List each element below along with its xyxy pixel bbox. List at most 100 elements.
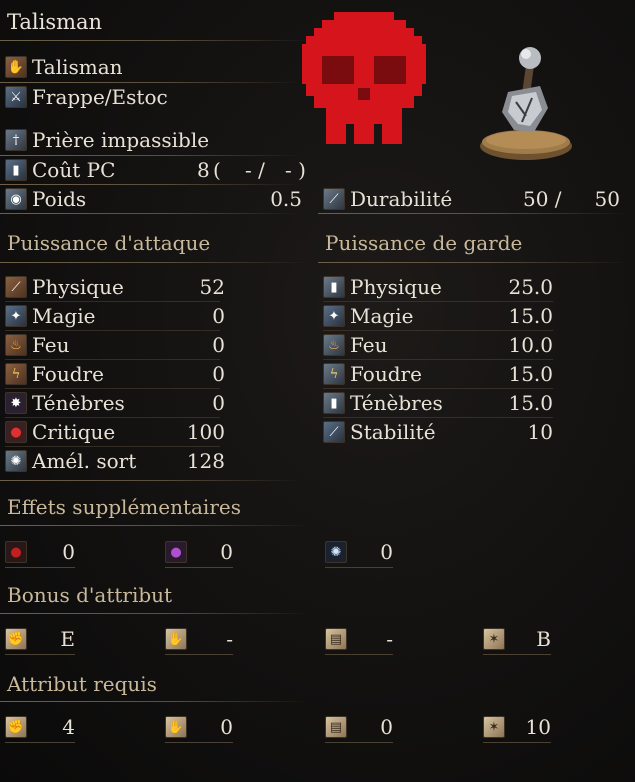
divider <box>0 613 310 614</box>
skull-status-icon <box>302 12 426 144</box>
fp-cost-open: ( <box>213 158 221 182</box>
effect-value: 0 <box>380 540 393 564</box>
divider <box>0 701 310 702</box>
durability-row: ⟋ Durabilité 50 / 50 <box>323 185 620 213</box>
guard-row-physical: ▮ Physique 25.0 <box>323 273 553 301</box>
durability-max: 50 <box>594 187 620 211</box>
strength-icon: ✊ <box>5 716 27 738</box>
divider <box>483 742 551 743</box>
stat-value: 25.0 <box>508 275 553 299</box>
requirement-slot-dexterity: ✋ 0 <box>165 713 233 741</box>
requirement-slot-faith: ✶ 10 <box>483 713 551 741</box>
faith-icon: ✶ <box>483 628 505 650</box>
category-icon: ✋ <box>5 56 27 78</box>
attack-type-row: ⚔ Frappe/Estoc <box>5 83 168 111</box>
divider <box>165 654 233 655</box>
item-type-label: Talisman <box>32 55 123 79</box>
attack-power-header: Puissance d'attaque <box>7 231 211 255</box>
durability-label: Durabilité <box>350 187 453 211</box>
fp-cost-icon: ▮ <box>5 159 27 181</box>
stat-label: Magie <box>350 304 414 328</box>
divider <box>0 525 310 526</box>
stat-label: Feu <box>32 333 70 357</box>
attack-row-physical: ⟋ Physique 52 <box>5 273 225 301</box>
stat-value: 0 <box>212 333 225 357</box>
guard-dark-icon: ▮ <box>323 392 345 414</box>
guard-physical-icon: ▮ <box>323 276 345 298</box>
stat-label: Ténèbres <box>350 391 443 415</box>
intelligence-icon: ▤ <box>325 628 347 650</box>
attribute-bonus-header: Bonus d'attribut <box>7 583 173 607</box>
attack-type-icon: ⚔ <box>5 86 27 108</box>
effect-value: 0 <box>220 540 233 564</box>
durability-current: 50 / <box>523 187 562 211</box>
dark-icon: ✸ <box>5 392 27 414</box>
divider <box>165 742 233 743</box>
stat-label: Magie <box>32 304 96 328</box>
guard-row-lightning: ϟ Foudre 15.0 <box>323 360 553 388</box>
critical-icon: ● <box>5 421 27 443</box>
attribute-requirements-header: Attribut requis <box>7 672 157 696</box>
scaling-slot-strength: ✊ E <box>5 625 75 653</box>
spell-buff-icon: ✺ <box>5 450 27 472</box>
fire-icon: ♨ <box>5 334 27 356</box>
skill-row: † Prière impassible <box>5 126 209 154</box>
dexterity-icon: ✋ <box>165 628 187 650</box>
scaling-value: - <box>226 627 233 651</box>
stat-label: Foudre <box>350 362 422 386</box>
stat-label: Physique <box>32 275 124 299</box>
divider <box>0 213 300 214</box>
stat-value: 15.0 <box>508 304 553 328</box>
guard-lightning-icon: ϟ <box>323 363 345 385</box>
stat-label: Critique <box>32 420 116 444</box>
weight-row: ◉ Poids 0.5 <box>5 185 302 213</box>
guard-row-fire: ♨ Feu 10.0 <box>323 331 553 359</box>
stat-label: Amél. sort <box>32 449 137 473</box>
guard-power-header: Puissance de garde <box>325 231 523 255</box>
requirement-slot-strength: ✊ 4 <box>5 713 75 741</box>
attack-row-lightning: ϟ Foudre 0 <box>5 360 225 388</box>
talisman-artwork-icon <box>480 47 572 160</box>
effect-slot-frost: ✺ 0 <box>325 538 393 566</box>
divider <box>0 262 310 263</box>
durability-icon: ⟋ <box>323 188 345 210</box>
requirement-value: 4 <box>62 715 75 739</box>
stat-label: Stabilité <box>350 420 436 444</box>
scaling-slot-faith: ✶ B <box>483 625 551 653</box>
effect-value: 0 <box>62 540 75 564</box>
stat-value: 15.0 <box>508 391 553 415</box>
scaling-value: E <box>60 627 75 651</box>
scaling-slot-dexterity: ✋ - <box>165 625 233 653</box>
effect-slot-bleed: ● 0 <box>5 538 75 566</box>
weight-value: 0.5 <box>270 187 302 211</box>
stat-label: Foudre <box>32 362 104 386</box>
stat-value: 0 <box>212 362 225 386</box>
stat-value: 128 <box>186 449 225 473</box>
divider <box>0 480 300 481</box>
attack-row-fire: ♨ Feu 0 <box>5 331 225 359</box>
attack-row-dark: ✸ Ténèbres 0 <box>5 389 225 417</box>
stat-label: Feu <box>350 333 388 357</box>
divider <box>5 567 75 568</box>
guard-row-dark: ▮ Ténèbres 15.0 <box>323 389 553 417</box>
weight-icon: ◉ <box>5 188 27 210</box>
stat-value: 100 <box>186 420 225 444</box>
divider <box>325 654 393 655</box>
weight-label: Poids <box>32 187 87 211</box>
stat-value: 10.0 <box>508 333 553 357</box>
skill-label: Prière impassible <box>32 128 210 152</box>
divider <box>318 213 628 214</box>
scaling-value: - <box>386 627 393 651</box>
stat-value: 0 <box>212 304 225 328</box>
fp-cost-mid: - / <box>245 158 265 182</box>
stat-label: Physique <box>350 275 442 299</box>
divider <box>325 742 393 743</box>
guard-magic-icon: ✦ <box>323 305 345 327</box>
fp-cost-row: ▮ Coût PC 8 ( - / - ) <box>5 156 310 184</box>
magic-icon: ✦ <box>5 305 27 327</box>
intelligence-icon: ▤ <box>325 716 347 738</box>
item-name-title: Talisman <box>7 10 103 34</box>
divider <box>165 567 233 568</box>
poison-icon: ● <box>165 541 187 563</box>
effect-slot-poison: ● 0 <box>165 538 233 566</box>
